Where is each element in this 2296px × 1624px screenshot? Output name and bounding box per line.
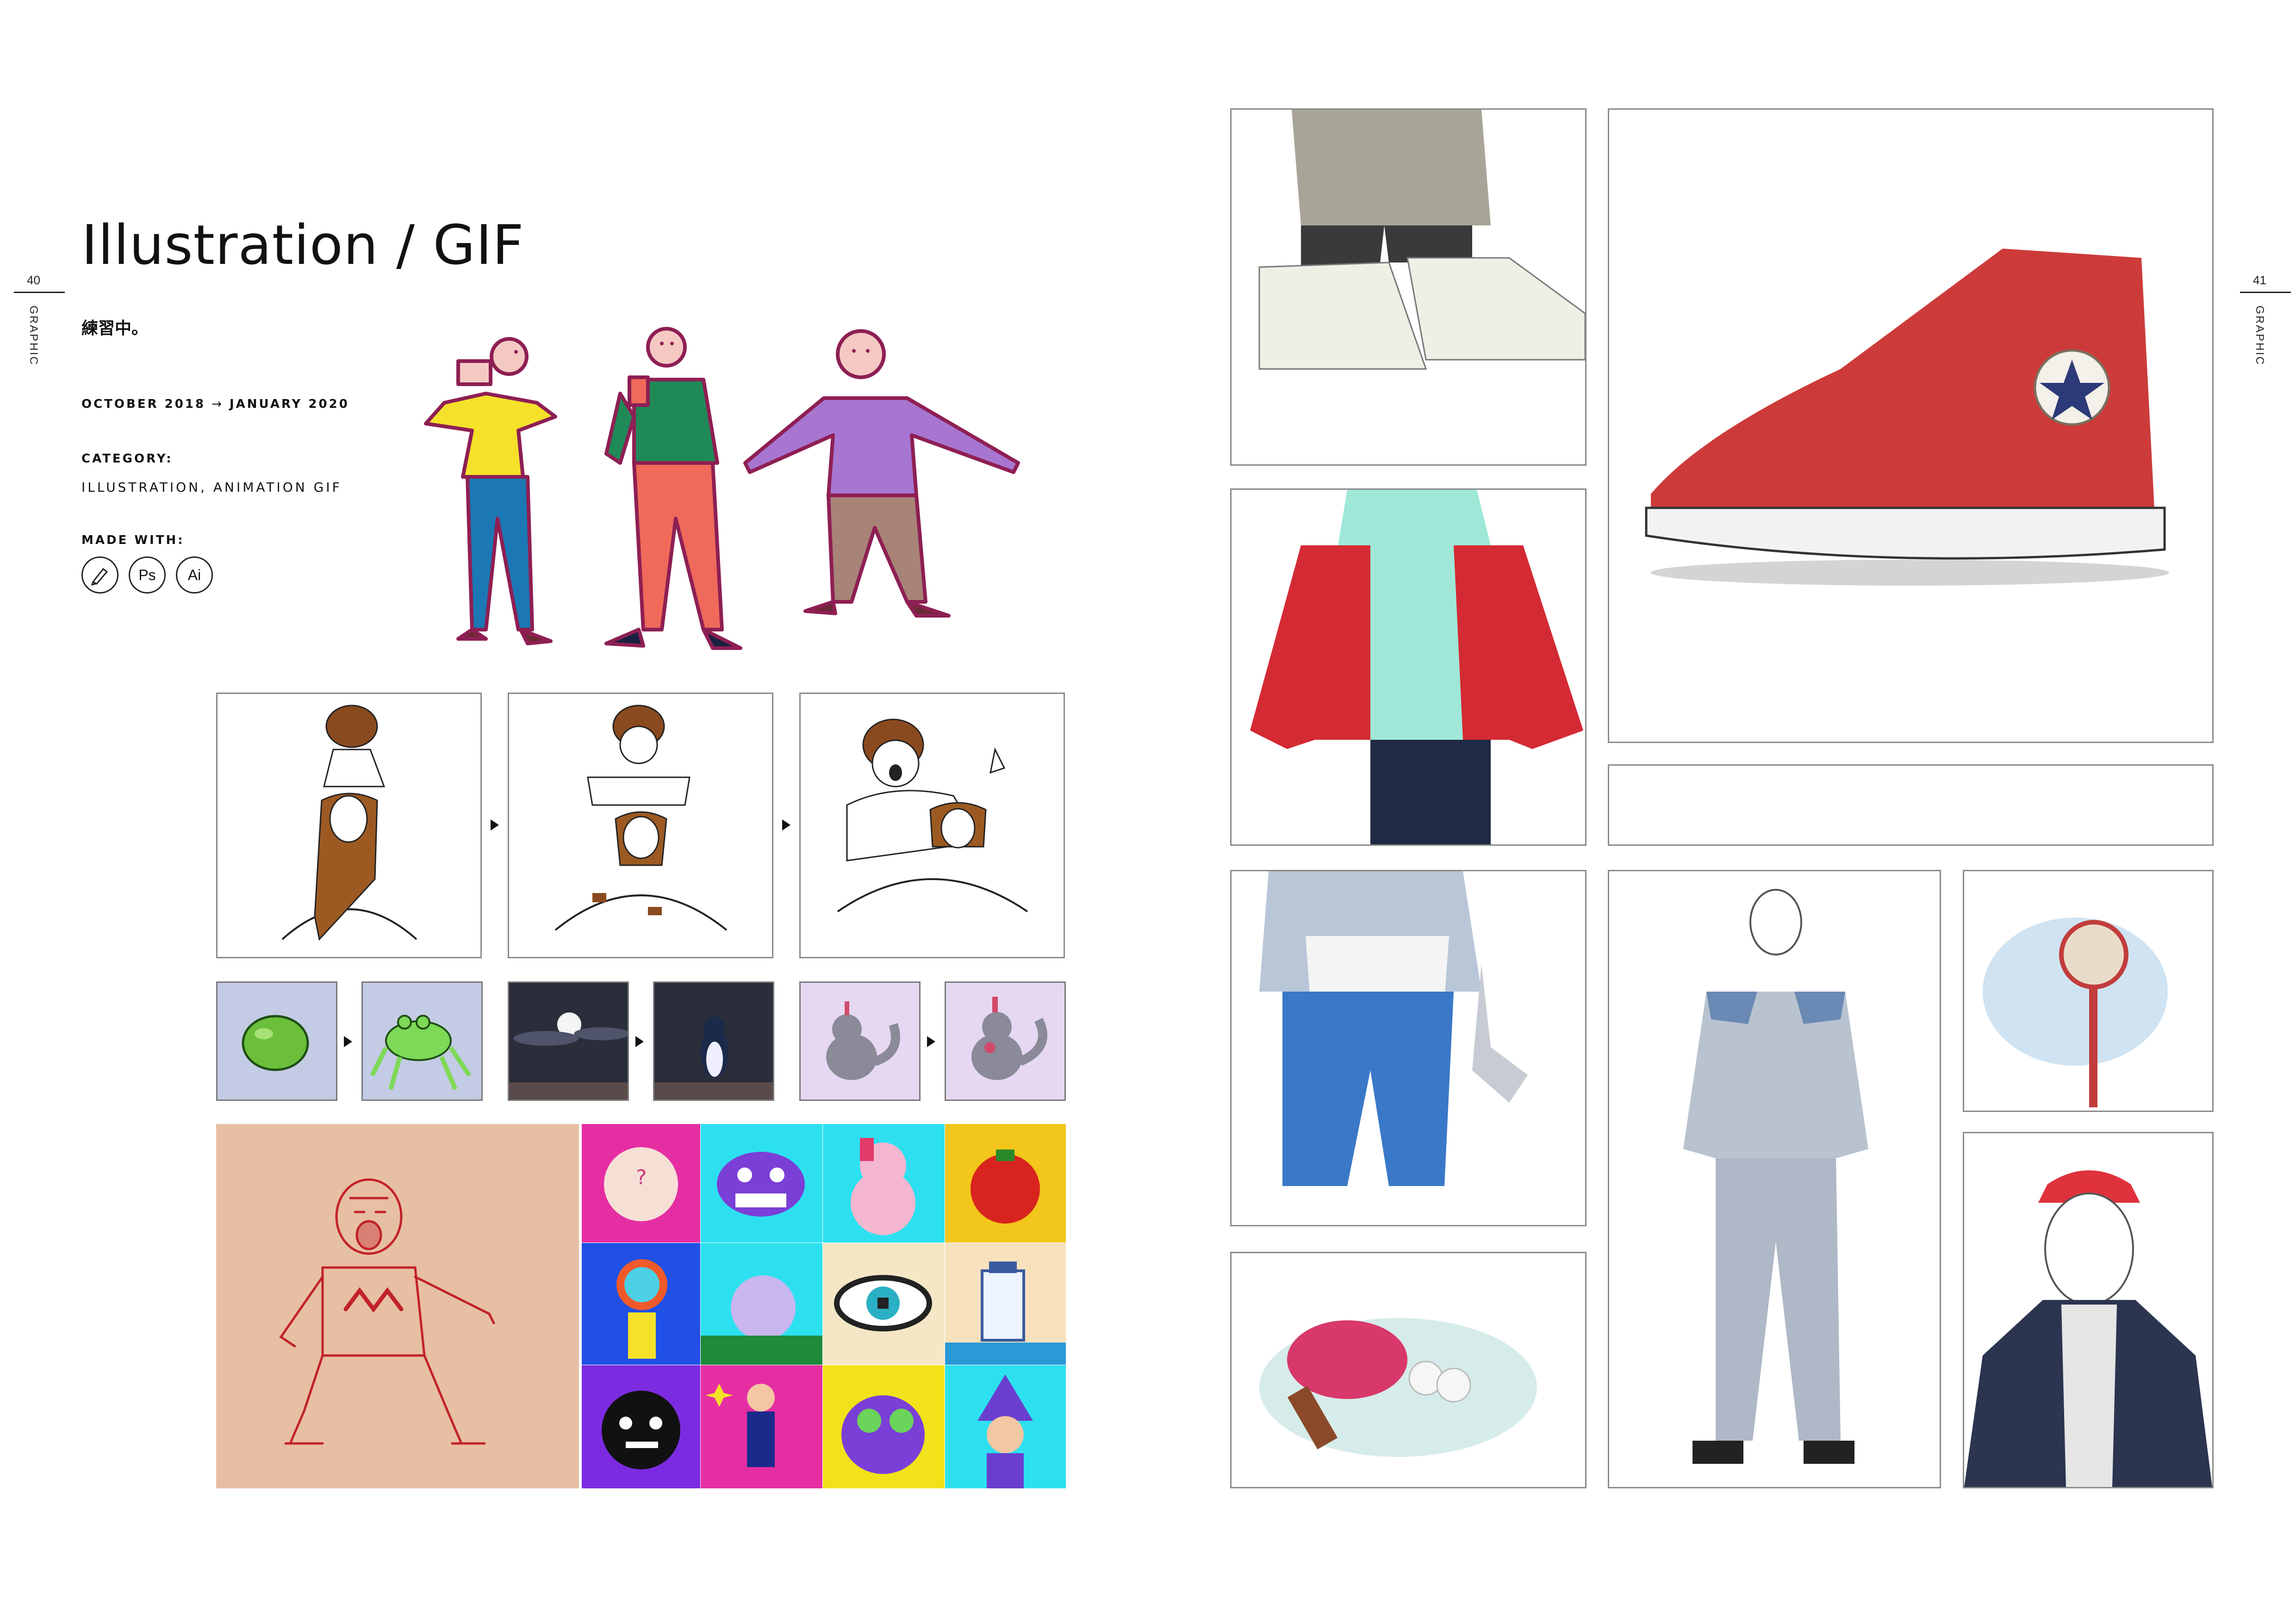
haircut-frame-3 xyxy=(799,693,1065,958)
pixel-tile-blue-flame xyxy=(582,1243,700,1365)
caption-box-empty xyxy=(1608,764,2214,846)
red-cap-person-illustration xyxy=(1963,1132,2214,1488)
page-subtitle: 練習中。 xyxy=(81,319,149,337)
pixel-tile-peach-face: ? xyxy=(582,1124,700,1243)
gif-penguin-frame xyxy=(653,981,774,1101)
category-value: ILLUSTRATION, ANIMATION GIF xyxy=(81,480,342,495)
date-start: OCTOBER 2018 xyxy=(81,397,206,411)
gif-bean-frame xyxy=(216,981,337,1101)
sequence-arrow xyxy=(491,819,499,831)
grey-outfit-mannequin-illustration xyxy=(1608,870,1941,1488)
three-characters-illustration xyxy=(417,324,1041,667)
pixel-tile-cheshire-cat xyxy=(701,1124,822,1243)
pixel-tile-black-bear xyxy=(582,1365,700,1488)
sequence-arrow xyxy=(344,1036,352,1047)
sequence-arrow xyxy=(782,819,790,831)
haircut-frame-1 xyxy=(216,693,482,958)
made-with-label: MADE WITH: xyxy=(81,533,185,547)
pixel-tile-purple-blob xyxy=(823,1365,945,1488)
pixel-question-glyph: ? xyxy=(635,1166,647,1189)
section-label-left: GRAPHIC xyxy=(27,306,40,366)
page-number-left: 40 xyxy=(27,273,40,287)
pixel-tile-eye xyxy=(823,1243,945,1365)
pixel-tile-tomato xyxy=(945,1124,1066,1243)
pen-tool-icon xyxy=(81,556,118,593)
haircut-frame-2 xyxy=(508,693,773,958)
pixel-tile-witch xyxy=(945,1365,1066,1488)
gif-frog-frame xyxy=(361,981,483,1101)
page-rule-left xyxy=(14,292,65,293)
date-arrow: → xyxy=(212,397,224,411)
red-sketch-character xyxy=(216,1124,579,1488)
illustrator-icon: Ai xyxy=(176,556,213,593)
photoshop-icon: Ps xyxy=(129,556,166,593)
category-label: CATEGORY: xyxy=(81,452,173,466)
pixel-tile-pink-bunny xyxy=(823,1124,945,1243)
gif-cat-frame-2 xyxy=(945,981,1066,1101)
date-range: OCTOBER 2018 → JANUARY 2020 xyxy=(81,397,349,411)
page-number-right: 41 xyxy=(2253,273,2266,287)
pixel-tile-lavender-creature xyxy=(701,1243,822,1365)
round-mirror-illustration xyxy=(1963,870,2214,1112)
red-high-top-sneaker-illustration xyxy=(1608,108,2214,743)
jeans-coat-illustration xyxy=(1230,870,1587,1226)
ping-pong-paddle-illustration xyxy=(1230,1252,1587,1488)
pixel-tile-wizard-boy xyxy=(701,1365,822,1488)
gif-cat-frame-1 xyxy=(799,981,921,1101)
sequence-arrow xyxy=(635,1036,644,1047)
gif-moon-frame xyxy=(508,981,629,1101)
page-title: Illustration / GIF xyxy=(81,213,524,277)
page-rule-right xyxy=(2240,292,2291,293)
sequence-arrow xyxy=(927,1036,935,1047)
section-label-right: GRAPHIC xyxy=(2253,306,2266,366)
date-end: JANUARY 2020 xyxy=(229,397,349,411)
pixel-tile-milk-bottle xyxy=(945,1243,1066,1365)
red-track-jacket-illustration xyxy=(1230,488,1587,846)
sneaker-feet-illustration xyxy=(1230,108,1587,466)
